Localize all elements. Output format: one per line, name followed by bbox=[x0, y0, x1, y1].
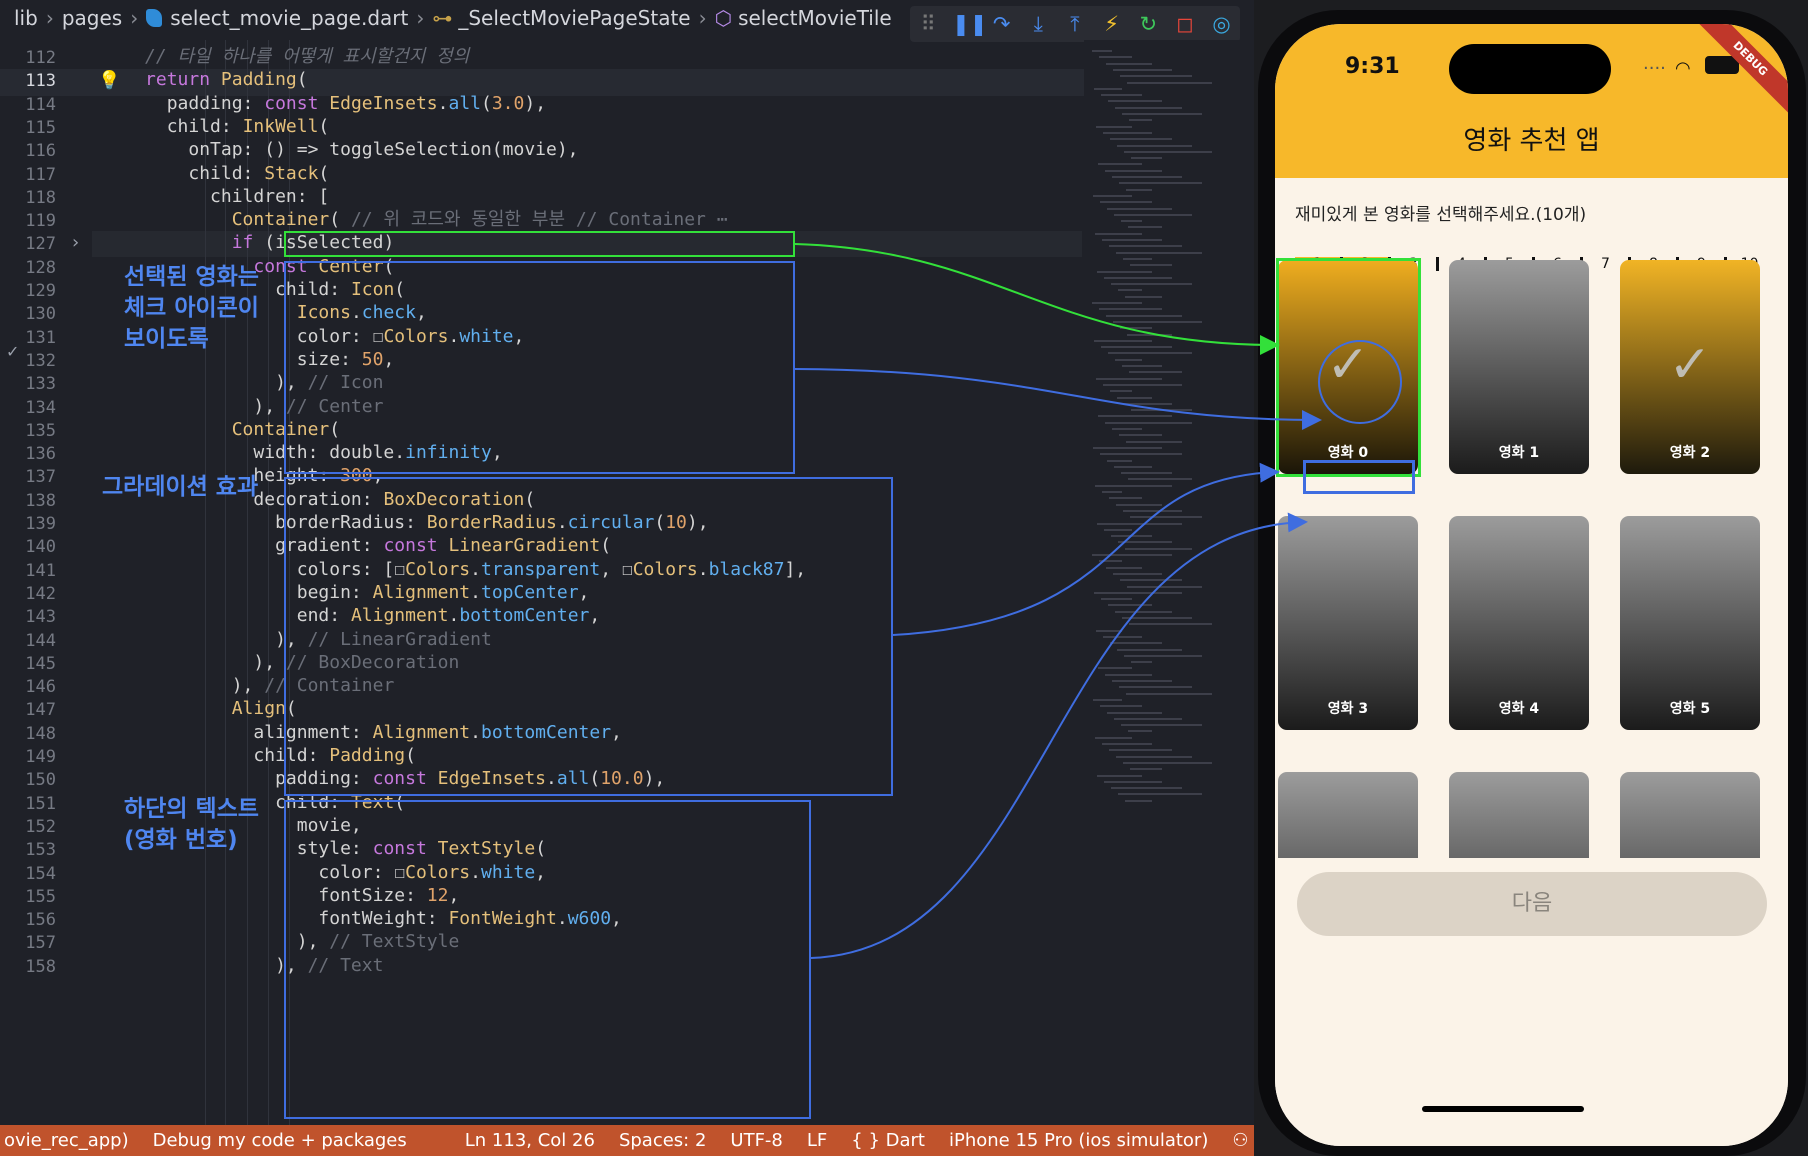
connector-arrows bbox=[794, 243, 1322, 959]
arrow-text bbox=[810, 512, 1308, 959]
arrow-gradient bbox=[892, 462, 1280, 636]
arrow-check-icon bbox=[794, 368, 1322, 430]
arrow-container bbox=[794, 243, 1280, 355]
